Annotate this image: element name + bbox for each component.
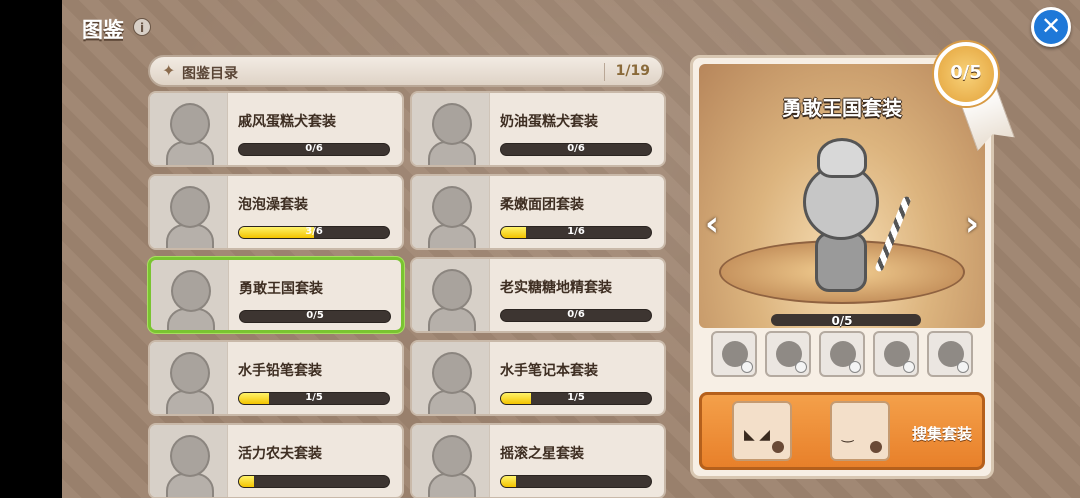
badge-icon: [903, 361, 915, 373]
set-progress-text: 1/5: [305, 392, 323, 403]
set-progress-text: 0/6: [567, 309, 585, 320]
thumb-head: [432, 103, 472, 145]
set-card[interactable]: 摇滚之星套装: [410, 423, 666, 498]
thumb-head: [170, 103, 210, 145]
part-glasses[interactable]: [873, 331, 919, 377]
set-progress-bar: 1/5: [500, 392, 652, 405]
set-card[interactable]: 活力农夫套装: [148, 423, 404, 498]
medal-badge: 0/5: [934, 42, 998, 106]
set-name: 戚风蛋糕犬套装: [238, 114, 336, 130]
set-name: 老实糖糖地精套装: [500, 280, 612, 296]
set-progress-text: 1/6: [567, 226, 585, 237]
thumb-head: [432, 186, 472, 228]
set-card[interactable]: 老实糖糖地精套装 0/6: [410, 257, 666, 333]
set-thumbnail: [412, 93, 490, 165]
set-progress-text: 3/6: [305, 226, 323, 237]
character-body: [815, 232, 867, 292]
next-arrow-icon[interactable]: ›: [965, 204, 979, 244]
collect-set-button[interactable]: ◣ ◢ ‿ 搜集套装: [699, 392, 985, 470]
set-progress-text: 0/6: [567, 143, 585, 154]
set-thumbnail: [412, 259, 490, 331]
thumb-head: [170, 435, 210, 477]
set-progress-text: 0/6: [305, 143, 323, 154]
set-thumbnail: [151, 260, 229, 330]
page-title: 图鉴: [82, 18, 124, 42]
info-icon[interactable]: i: [133, 18, 151, 36]
set-name: 水手笔记本套装: [500, 363, 598, 379]
character-hat: [817, 138, 867, 178]
part-cane[interactable]: [927, 331, 973, 377]
set-thumbnail: [412, 342, 490, 414]
eyes-icon: ◣ ◢: [744, 427, 770, 443]
set-progress-fill: [501, 476, 516, 487]
part-hair[interactable]: [711, 331, 757, 377]
set-progress-bar: 0/6: [500, 309, 652, 322]
set-progress-bar: [238, 475, 390, 488]
thumb-head: [432, 269, 472, 311]
set-card[interactable]: 戚风蛋糕犬套装 0/6: [148, 91, 404, 167]
set-progress-bar: 3/6: [238, 226, 390, 239]
badge-icon: [795, 361, 807, 373]
set-name: 奶油蛋糕犬套装: [500, 114, 598, 130]
set-progress-bar: [500, 475, 652, 488]
set-name: 水手铅笔套装: [238, 363, 322, 379]
collect-set-label: 搜集套装: [911, 425, 972, 443]
set-thumbnail: [150, 93, 228, 165]
badge-icon: [741, 361, 753, 373]
thumb-head: [432, 352, 472, 394]
set-name: 柔嫩面团套装: [500, 197, 584, 213]
set-card[interactable]: 勇敢王国套装 0/5: [148, 257, 404, 333]
set-name: 泡泡澡套装: [238, 197, 308, 213]
detail-panel: 勇敢王国套装 ‹ › 0/5 ◣ ◢ ‿ 搜集套装: [690, 55, 994, 479]
catalog-header: ✦ 图鉴目录 1/19: [148, 55, 664, 87]
medal-count: 0/5: [950, 62, 982, 83]
set-thumbnail: [412, 176, 490, 248]
set-progress-bar: 1/5: [238, 392, 390, 405]
set-thumbnail: [150, 425, 228, 497]
set-progress-text: 0/5: [306, 310, 324, 321]
set-card[interactable]: 水手笔记本套装 1/5: [410, 340, 666, 416]
showcase-stage: 勇敢王国套装 ‹ › 0/5: [699, 64, 985, 328]
catalog-count: 1/19: [615, 63, 650, 79]
dot-icon: [870, 441, 882, 453]
face-card-eyes: ◣ ◢: [732, 401, 792, 461]
collection-screen: 图鉴 i ✕ ✦ 图鉴目录 1/19 戚风蛋糕犬套装 0/6 奶油蛋糕犬套装 0/6 泡…: [62, 0, 1080, 498]
mouth-icon: ‿: [842, 427, 854, 443]
badge-icon: [849, 361, 861, 373]
set-thumbnail: [412, 425, 490, 497]
set-card[interactable]: 水手铅笔套装 1/5: [148, 340, 404, 416]
sparkle-icon: ✦: [162, 61, 176, 80]
prev-arrow-icon[interactable]: ‹: [705, 204, 719, 244]
thumb-head: [170, 186, 210, 228]
set-progress-bar: 0/6: [238, 143, 390, 156]
part-row: [711, 331, 981, 379]
part-hat[interactable]: [765, 331, 811, 377]
set-card[interactable]: 奶油蛋糕犬套装 0/6: [410, 91, 666, 167]
stage-progress-text: 0/5: [831, 314, 853, 328]
face-card-mouth: ‿: [830, 401, 890, 461]
set-progress-text: 1/5: [567, 392, 585, 403]
set-thumbnail: [150, 342, 228, 414]
part-outfit[interactable]: [819, 331, 865, 377]
close-button[interactable]: ✕: [1031, 7, 1071, 47]
catalog-label: 图鉴目录: [182, 66, 238, 82]
thumb-head: [171, 270, 211, 312]
dot-icon: [772, 441, 784, 453]
set-progress-bar: 0/6: [500, 143, 652, 156]
badge-icon: [957, 361, 969, 373]
set-progress-fill: [239, 476, 254, 487]
set-name: 勇敢王国套装: [239, 281, 323, 297]
set-thumbnail: [150, 176, 228, 248]
set-name: 摇滚之星套装: [500, 446, 584, 462]
set-name: 活力农夫套装: [238, 446, 322, 462]
set-progress-bar: 1/6: [500, 226, 652, 239]
thumb-head: [170, 352, 210, 394]
set-progress-bar: 0/5: [239, 310, 391, 323]
divider: [604, 63, 605, 81]
set-card[interactable]: 柔嫩面团套装 1/6: [410, 174, 666, 250]
thumb-head: [432, 435, 472, 477]
set-card[interactable]: 泡泡澡套装 3/6: [148, 174, 404, 250]
